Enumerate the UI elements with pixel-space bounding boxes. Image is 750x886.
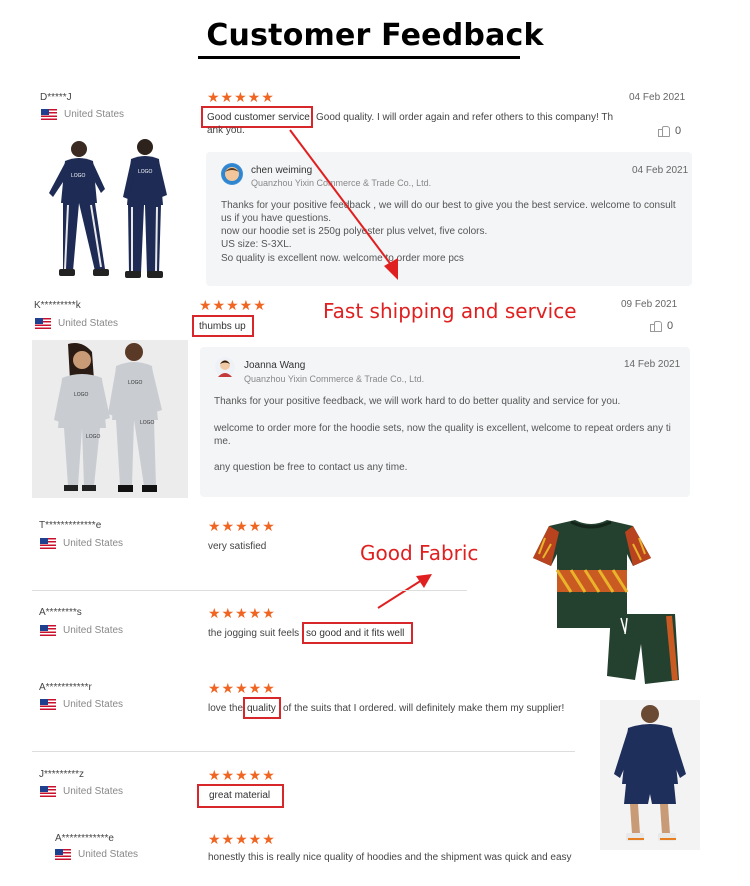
review-text: of the suits that I ordered. will defini… — [283, 703, 565, 714]
review-highlight: Good customer service — [207, 112, 310, 123]
review-text: Good quality. I will order again and ref… — [316, 112, 614, 123]
reviewer-country: United States — [40, 538, 123, 549]
reply-date: 04 Feb 2021 — [632, 165, 689, 176]
review-text: love the — [208, 703, 244, 714]
country-label: United States — [63, 538, 124, 549]
country-label: United States — [58, 318, 119, 329]
us-flag-icon — [40, 625, 56, 636]
us-flag-icon — [40, 699, 56, 710]
like-count: 0 — [675, 125, 682, 137]
reviewer-name: D*****J — [40, 92, 72, 103]
review-highlight: so good and it fits well — [306, 628, 405, 639]
review-photo-tracksuit-navy[interactable]: LOGO LOGO — [35, 133, 185, 288]
annotation-arrow — [289, 129, 398, 280]
seller-avatar — [214, 356, 236, 378]
star-rating: ★★★★★ — [208, 680, 276, 696]
logo-text: LOGO — [71, 173, 86, 179]
us-flag-icon — [40, 786, 56, 797]
review-date: 04 Feb 2021 — [629, 92, 686, 103]
country-label: United States — [78, 849, 139, 860]
reviewer-name: K*********k — [34, 300, 81, 311]
reply-text-line: any question be free to contact us any t… — [214, 462, 408, 473]
reply-text-line: welcome to order more for the hoodie set… — [214, 423, 671, 434]
review-text-line2: ank you. — [207, 125, 245, 136]
divider — [32, 590, 467, 591]
like-button[interactable]: 0 — [658, 125, 681, 137]
country-label: United States — [63, 786, 124, 797]
thumbs-up-icon — [650, 320, 662, 332]
country-label: United States — [64, 109, 125, 120]
review-highlight: great material — [209, 790, 271, 801]
country-label: United States — [63, 699, 124, 710]
seller-company: Quanzhou Yixin Commerce & Trade Co., Ltd… — [244, 374, 425, 384]
page-title: Customer Feedback — [206, 18, 544, 53]
logo-text: LOGO — [140, 420, 155, 426]
product-photo-tshirt-shorts[interactable] — [515, 520, 683, 688]
reviewer-name: A********s — [39, 607, 82, 618]
seller-name: Joanna Wang — [244, 360, 306, 371]
reviewer-country: United States — [40, 625, 123, 636]
review-highlight: thumbs up — [199, 321, 246, 332]
reviewer-name: T*************e — [39, 520, 102, 531]
star-rating: ★★★★★ — [208, 518, 276, 534]
reply-text-line: me. — [214, 436, 231, 447]
reviewer-name: A***********r — [39, 682, 92, 693]
reviewer-country: United States — [35, 318, 118, 329]
reviewer-country: United States — [40, 786, 123, 797]
seller-avatar — [221, 163, 243, 185]
us-flag-icon — [55, 849, 71, 860]
like-button[interactable]: 0 — [650, 320, 673, 332]
star-rating: ★★★★★ — [208, 605, 276, 621]
annotation-arrow — [377, 574, 432, 609]
logo-text: LOGO — [128, 380, 143, 386]
logo-text: LOGO — [138, 169, 153, 175]
review-date: 09 Feb 2021 — [621, 299, 678, 310]
title-underline — [198, 56, 520, 59]
like-count: 0 — [667, 320, 674, 332]
review-text: very satisfied — [208, 541, 267, 552]
review-text: the jogging suit feels — [208, 628, 300, 639]
us-flag-icon — [35, 318, 51, 329]
star-rating: ★★★★★ — [208, 831, 276, 847]
reviewer-name: J*********z — [39, 769, 85, 780]
annotation-fast-shipping: Fast shipping and service — [323, 299, 577, 323]
review-highlight: quality — [247, 703, 276, 714]
reply-date: 14 Feb 2021 — [624, 359, 681, 370]
country-label: United States — [63, 625, 124, 636]
reply-text-line: Thanks for your positive feedback, we wi… — [214, 396, 621, 407]
star-rating: ★★★★★ — [199, 297, 267, 313]
reviewer-name: A************e — [55, 833, 114, 844]
divider — [32, 751, 575, 752]
us-flag-icon — [40, 538, 56, 549]
annotation-good-fabric: Good Fabric — [360, 541, 479, 565]
review-photo-hoodie-grey[interactable]: LOGO LOGO LOGO LOGO — [32, 340, 188, 498]
star-rating: ★★★★★ — [208, 767, 276, 783]
reviewer-country: United States — [55, 849, 138, 860]
star-rating: ★★★★★ — [207, 89, 275, 105]
reviewer-country: United States — [41, 109, 124, 120]
reviewer-country: United States — [40, 699, 123, 710]
logo-text: LOGO — [74, 392, 89, 398]
review-text: honestly this is really nice quality of … — [208, 852, 572, 863]
thumbs-up-icon — [658, 125, 670, 137]
us-flag-icon — [41, 109, 57, 120]
product-photo-sweatshirt-shorts[interactable] — [600, 700, 700, 850]
logo-text: LOGO — [86, 434, 101, 440]
